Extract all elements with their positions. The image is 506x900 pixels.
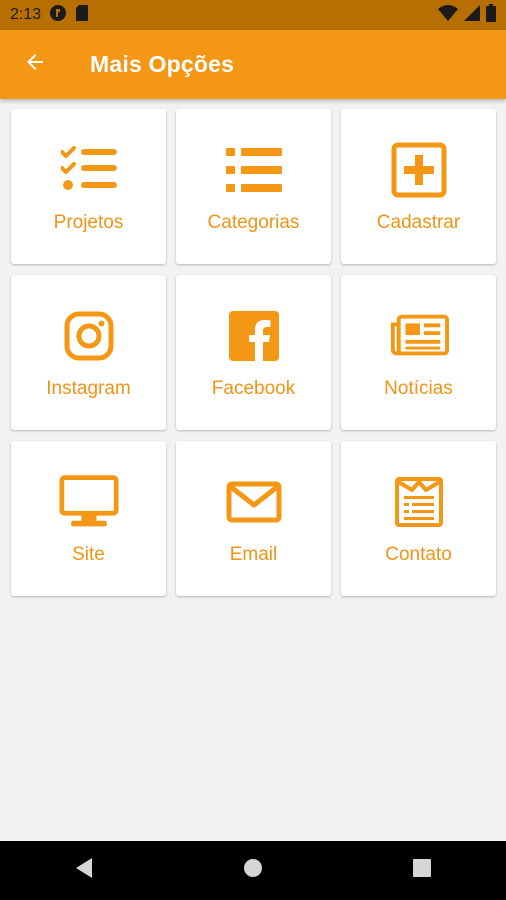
contact-form-icon <box>389 472 449 532</box>
options-grid: Projetos Categorias Cadastrar Instagram … <box>11 109 497 596</box>
arrow-back-icon <box>23 50 47 79</box>
list-icon <box>224 140 284 200</box>
instagram-icon <box>59 306 119 366</box>
home-circle-icon <box>243 858 263 883</box>
tile-projetos[interactable]: Projetos <box>11 109 166 264</box>
tile-label: Cadastrar <box>376 211 461 233</box>
sd-card-icon <box>75 4 89 27</box>
tile-label: Email <box>229 543 278 565</box>
tile-site[interactable]: Site <box>11 441 166 596</box>
tile-label: Facebook <box>211 377 296 399</box>
facebook-icon <box>224 306 284 366</box>
newspaper-icon <box>389 306 449 366</box>
tile-label: Notícias <box>384 377 453 399</box>
tile-noticias[interactable]: Notícias <box>341 275 496 430</box>
back-button[interactable] <box>11 41 59 89</box>
tile-label: Site <box>72 543 105 565</box>
battery-icon <box>486 3 496 27</box>
tile-contato[interactable]: Contato <box>341 441 496 596</box>
signal-icon <box>464 4 480 26</box>
monitor-icon <box>58 472 119 532</box>
page-title: Mais Opções <box>90 51 235 77</box>
nav-home-button[interactable] <box>223 841 283 900</box>
tile-facebook[interactable]: Facebook <box>176 275 331 430</box>
back-triangle-icon <box>74 857 94 884</box>
tile-label: Projetos <box>53 211 124 233</box>
circle-notification-icon <box>49 4 67 27</box>
recents-square-icon <box>412 859 431 882</box>
status-time: 2:13 <box>10 6 42 23</box>
status-bar: 2:13 <box>0 0 506 30</box>
plus-square-icon <box>389 140 449 200</box>
status-right <box>438 3 496 27</box>
app-bar: Mais Opções <box>0 30 506 99</box>
envelope-icon <box>224 472 284 532</box>
nav-back-button[interactable] <box>54 841 114 900</box>
navigation-bar <box>0 841 506 900</box>
nav-recents-button[interactable] <box>392 841 452 900</box>
checklist-icon <box>59 140 119 200</box>
tile-email[interactable]: Email <box>176 441 331 596</box>
tile-instagram[interactable]: Instagram <box>11 275 166 430</box>
tile-label: Contato <box>385 543 452 565</box>
tile-cadastrar[interactable]: Cadastrar <box>341 109 496 264</box>
tile-label: Categorias <box>207 211 300 233</box>
status-left: 2:13 <box>10 4 89 27</box>
tile-label: Instagram <box>46 377 131 399</box>
wifi-icon <box>438 4 458 26</box>
tile-categorias[interactable]: Categorias <box>176 109 331 264</box>
